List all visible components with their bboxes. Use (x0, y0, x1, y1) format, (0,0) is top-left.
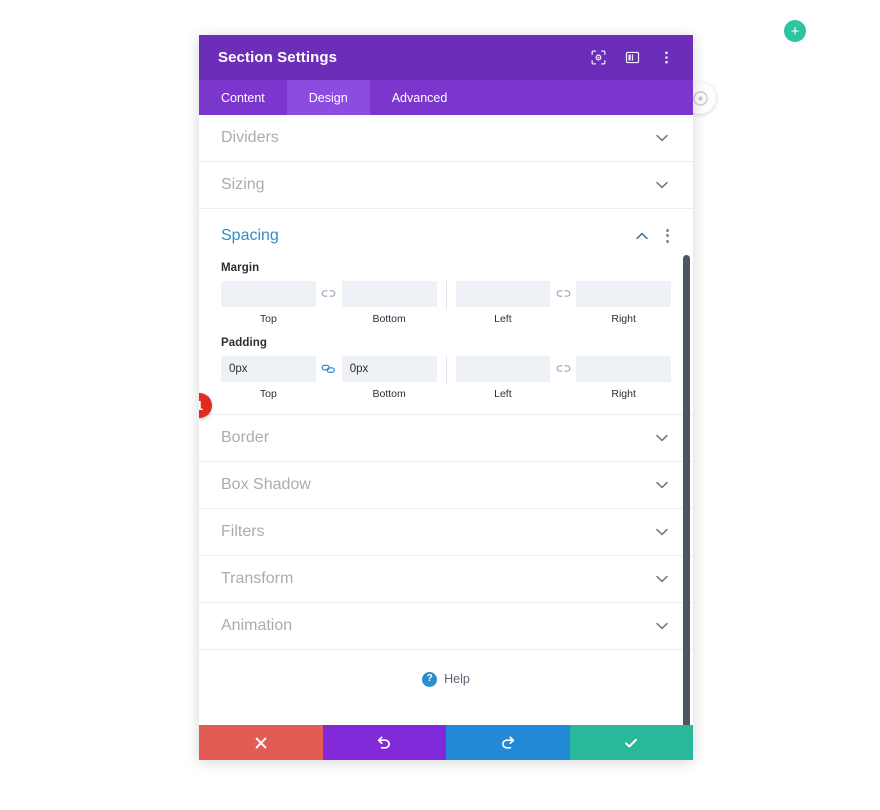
add-module-button[interactable]: + (784, 20, 806, 42)
padding-right-input[interactable] (576, 356, 671, 382)
chain-broken-icon[interactable] (550, 281, 576, 307)
header-icon-group (589, 49, 675, 67)
margin-bottom-input[interactable] (341, 281, 437, 307)
focus-target-icon[interactable] (589, 49, 607, 67)
padding-left-field: Left (455, 356, 551, 400)
margin-bottom-label: Bottom (372, 313, 406, 325)
margin-left-label: Left (494, 313, 512, 325)
undo-arrow-icon (378, 735, 391, 749)
group-label: Padding (221, 337, 268, 349)
margin-top-field: Top (221, 281, 316, 325)
section-label: Filters (221, 523, 265, 540)
modal-header: Section Settings (199, 35, 693, 80)
chevron-down-icon (655, 525, 669, 539)
padding-left-input[interactable] (455, 356, 551, 382)
tab-advanced[interactable]: Advanced (370, 80, 470, 115)
section-spacing-header[interactable]: Spacing (199, 209, 693, 262)
section-options-kebab-icon[interactable] (665, 228, 669, 243)
margin-left-field: Left (455, 281, 551, 325)
help-link[interactable]: ? Help (199, 650, 693, 708)
modal-footer (199, 725, 693, 760)
chevron-down-icon (655, 178, 669, 192)
chain-linked-icon[interactable] (316, 356, 342, 382)
chain-broken-icon[interactable] (316, 281, 342, 307)
margin-right-field: Right (576, 281, 671, 325)
tab-content[interactable]: Content (199, 80, 287, 115)
padding-top-input[interactable] (221, 356, 316, 382)
section-label: Dividers (221, 129, 279, 146)
checkmark-icon (625, 738, 638, 747)
responsive-layout-icon[interactable] (623, 49, 641, 67)
section-spacing: Spacing Margin Top Bottom Left Right Pad… (199, 209, 693, 415)
section-toggle-dividers[interactable]: Dividers (199, 115, 693, 162)
section-label: Transform (221, 570, 294, 587)
field-group-margin: Margin Top Bottom Left Right (199, 262, 693, 325)
padding-top-field: Top (221, 356, 316, 400)
redo-arrow-icon (501, 735, 514, 749)
margin-right-label: Right (611, 313, 636, 325)
padding-left-label: Left (494, 388, 512, 400)
margin-left-input[interactable] (455, 281, 551, 307)
chevron-down-icon (655, 572, 669, 586)
save-button[interactable] (569, 725, 693, 760)
chevron-down-icon (655, 478, 669, 492)
padding-right-field: Right (576, 356, 671, 400)
modal-tab-bar: Content Design Advanced (199, 80, 693, 115)
padding-top-label: Top (259, 388, 277, 400)
chevron-down-icon (655, 619, 669, 633)
margin-bottom-field: Bottom (341, 281, 437, 325)
margin-top-input[interactable] (221, 281, 316, 307)
padding-bottom-label: Bottom (372, 388, 406, 400)
padding-right-label: Right (611, 388, 636, 400)
chevron-up-icon[interactable] (635, 229, 649, 243)
screen-canvas: + Section Settings Content Design Advanc… (0, 0, 880, 810)
section-label: Border (221, 429, 270, 446)
field-divider (445, 356, 447, 384)
section-settings-modal: Section Settings Content Design Advanced… (199, 35, 693, 760)
kebab-menu-icon[interactable] (657, 49, 675, 67)
field-group-padding: Padding Top (199, 337, 693, 400)
settings-circle-icon (692, 90, 708, 106)
padding-bottom-input[interactable] (341, 356, 437, 382)
cancel-button[interactable] (199, 725, 323, 760)
section-toggle-sizing[interactable]: Sizing (199, 162, 693, 209)
group-label: Margin (221, 262, 260, 274)
chevron-down-icon (655, 431, 669, 445)
section-toggle-filters[interactable]: Filters (199, 509, 693, 556)
question-circle-icon: ? (422, 671, 438, 687)
close-x-icon (255, 737, 267, 748)
help-label: Help (444, 672, 470, 686)
redo-button[interactable] (446, 725, 570, 760)
margin-top-label: Top (259, 313, 277, 325)
section-label: Box Shadow (221, 476, 311, 493)
field-divider (445, 281, 447, 309)
section-toggle-transform[interactable]: Transform (199, 556, 693, 603)
chain-broken-icon[interactable] (550, 356, 576, 382)
chevron-down-icon (655, 131, 669, 145)
section-label: Sizing (221, 176, 265, 193)
modal-scroll-body: Dividers Sizing Spacing Margin Top Botto… (199, 115, 693, 725)
section-label: Animation (221, 617, 293, 634)
section-toggle-box-shadow[interactable]: Box Shadow (199, 462, 693, 509)
undo-button[interactable] (322, 725, 446, 760)
tab-design[interactable]: Design (286, 80, 370, 115)
page-title: Section Settings (218, 49, 338, 66)
section-toggle-border[interactable]: Border (199, 415, 693, 462)
margin-right-input[interactable] (576, 281, 671, 307)
section-label: Spacing (221, 226, 279, 244)
plus-icon: + (790, 22, 800, 40)
section-toggle-animation[interactable]: Animation (199, 603, 693, 650)
vertical-scrollbar[interactable] (683, 255, 690, 725)
padding-bottom-field: Bottom (341, 356, 437, 400)
